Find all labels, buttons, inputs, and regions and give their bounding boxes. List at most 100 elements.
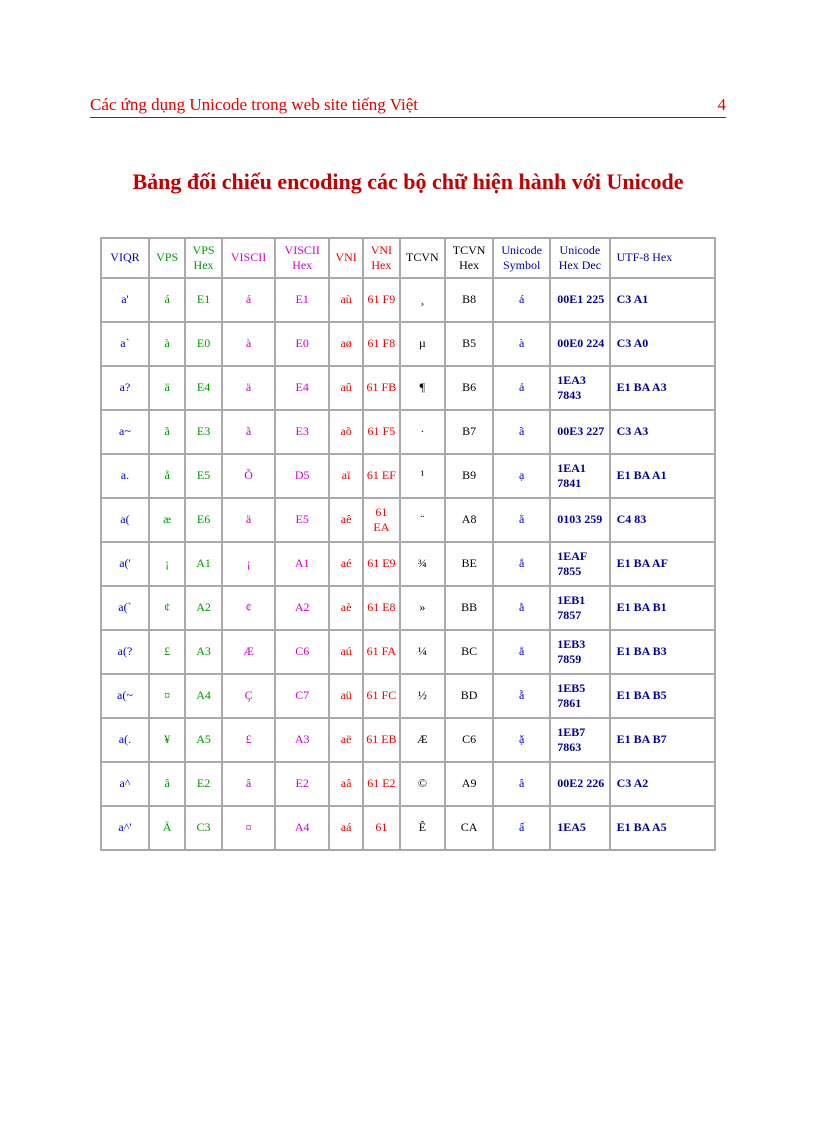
table-cell: 00E0 224 — [551, 323, 608, 365]
table-cell: E0 — [276, 323, 328, 365]
table-cell: ẵ — [494, 675, 549, 717]
table-cell: Æ — [223, 631, 275, 673]
table-cell: 61 FA — [364, 631, 398, 673]
table-cell: â — [494, 763, 549, 805]
table-cell: ¡ — [150, 543, 184, 585]
table-cell: E1 BA B5 — [611, 675, 714, 717]
table-cell: a` — [102, 323, 148, 365]
table-cell: aü — [330, 675, 362, 717]
table-cell: E4 — [276, 367, 328, 409]
table-cell: ẳ — [494, 631, 549, 673]
table-row: a(`¢A2¢A2aè61 E8»BBằ1EB1 7857E1 BA B1 — [102, 587, 714, 629]
table-cell: C6 — [446, 719, 492, 761]
table-cell: á — [223, 279, 275, 321]
table-cell: A9 — [446, 763, 492, 805]
table-cell: ạ — [494, 455, 549, 497]
table-cell: 61 E8 — [364, 587, 398, 629]
table-cell: C6 — [276, 631, 328, 673]
table-cell: ¥ — [150, 719, 184, 761]
table-cell: à — [223, 323, 275, 365]
table-cell: á — [150, 279, 184, 321]
table-cell: ¢ — [223, 587, 275, 629]
table-cell: C3 A2 — [611, 763, 714, 805]
header-title: Các ứng dụng Unicode trong web site tiến… — [90, 95, 418, 115]
table-cell: ã — [494, 411, 549, 453]
table-cell: £ — [150, 631, 184, 673]
column-header: TCVN Hex — [446, 239, 492, 277]
table-cell: ¤ — [223, 807, 275, 849]
table-cell: ¾ — [401, 543, 445, 585]
table-cell: » — [401, 587, 445, 629]
table-cell: 00E2 226 — [551, 763, 608, 805]
table-cell: ấ — [494, 807, 549, 849]
table-cell: ¨ — [401, 499, 445, 541]
table-cell: aâ — [330, 763, 362, 805]
table-cell: Õ — [223, 455, 275, 497]
table-cell: aû — [330, 367, 362, 409]
table-cell: ä — [150, 367, 184, 409]
table-row: a(~¤A4ÇC7aü61 FC½BDẵ1EB5 7861E1 BA B5 — [102, 675, 714, 717]
column-header: VIQR — [102, 239, 148, 277]
table-cell: à — [494, 323, 549, 365]
table-cell: £ — [223, 719, 275, 761]
table-cell: E2 — [276, 763, 328, 805]
table-cell: a? — [102, 367, 148, 409]
table-cell: E1 BA AF — [611, 543, 714, 585]
table-cell: E6 — [186, 499, 220, 541]
table-cell: å — [150, 455, 184, 497]
column-header: Unicode Hex Dec — [551, 239, 608, 277]
table-row: a(?£A3ÆC6aú61 FA¼BCẳ1EB3 7859E1 BA B3 — [102, 631, 714, 673]
table-cell: 61 — [364, 807, 398, 849]
table-cell: 61 FC — [364, 675, 398, 717]
table-cell: Æ — [401, 719, 445, 761]
table-cell: 1EAF 7855 — [551, 543, 608, 585]
table-row: a^'ÃC3¤A4aá61ÊCAấ1EA5E1 BA A5 — [102, 807, 714, 849]
table-cell: a~ — [102, 411, 148, 453]
table-cell: ¹ — [401, 455, 445, 497]
table-cell: E1 BA A1 — [611, 455, 714, 497]
table-row: a'áE1áE1aù61 F9¸B8á00E1 225C3 A1 — [102, 279, 714, 321]
table-cell: ă — [494, 499, 549, 541]
table-cell: A8 — [446, 499, 492, 541]
table-cell: 61 F9 — [364, 279, 398, 321]
table-cell: 61 F8 — [364, 323, 398, 365]
table-cell: aé — [330, 543, 362, 585]
table-cell: E0 — [186, 323, 220, 365]
table-cell: E5 — [276, 499, 328, 541]
table-cell: á — [494, 279, 549, 321]
table-cell: C3 A3 — [611, 411, 714, 453]
table-cell: a. — [102, 455, 148, 497]
table-cell: Ã — [150, 807, 184, 849]
column-header: VISCII Hex — [276, 239, 328, 277]
table-cell: A4 — [186, 675, 220, 717]
table-row: a('¡A1¡A1aé61 E9¾BEắ1EAF 7855E1 BA AF — [102, 543, 714, 585]
table-cell: a(~ — [102, 675, 148, 717]
table-row: a^âE2âE2aâ61 E2©A9â00E2 226C3 A2 — [102, 763, 714, 805]
document-page: Các ứng dụng Unicode trong web site tiến… — [0, 0, 816, 1123]
table-cell: · — [401, 411, 445, 453]
table-cell: E1 BA A5 — [611, 807, 714, 849]
table-cell: a( — [102, 499, 148, 541]
table-cell: BE — [446, 543, 492, 585]
encoding-table-wrap: VIQRVPSVPS HexVISCIIVISCII HexVNIVNI Hex… — [100, 237, 716, 851]
table-cell: A1 — [186, 543, 220, 585]
table-cell: E1 BA B3 — [611, 631, 714, 673]
table-cell: aø — [330, 323, 362, 365]
table-cell: A3 — [276, 719, 328, 761]
table-cell: C3 A1 — [611, 279, 714, 321]
table-cell: E1 — [276, 279, 328, 321]
encoding-table: VIQRVPSVPS HexVISCIIVISCII HexVNIVNI Hex… — [100, 237, 716, 851]
table-cell: 61 E9 — [364, 543, 398, 585]
table-cell: ¤ — [150, 675, 184, 717]
column-header: VNI — [330, 239, 362, 277]
column-header: Unicode Symbol — [494, 239, 549, 277]
table-cell: aú — [330, 631, 362, 673]
page-title: Bảng đối chiếu encoding các bộ chữ hiện … — [110, 168, 706, 197]
table-cell: â — [223, 763, 275, 805]
table-cell: a(' — [102, 543, 148, 585]
table-cell: à — [150, 323, 184, 365]
table-cell: a^ — [102, 763, 148, 805]
table-cell: E3 — [276, 411, 328, 453]
table-cell: 1EB7 7863 — [551, 719, 608, 761]
table-cell: C3 A0 — [611, 323, 714, 365]
